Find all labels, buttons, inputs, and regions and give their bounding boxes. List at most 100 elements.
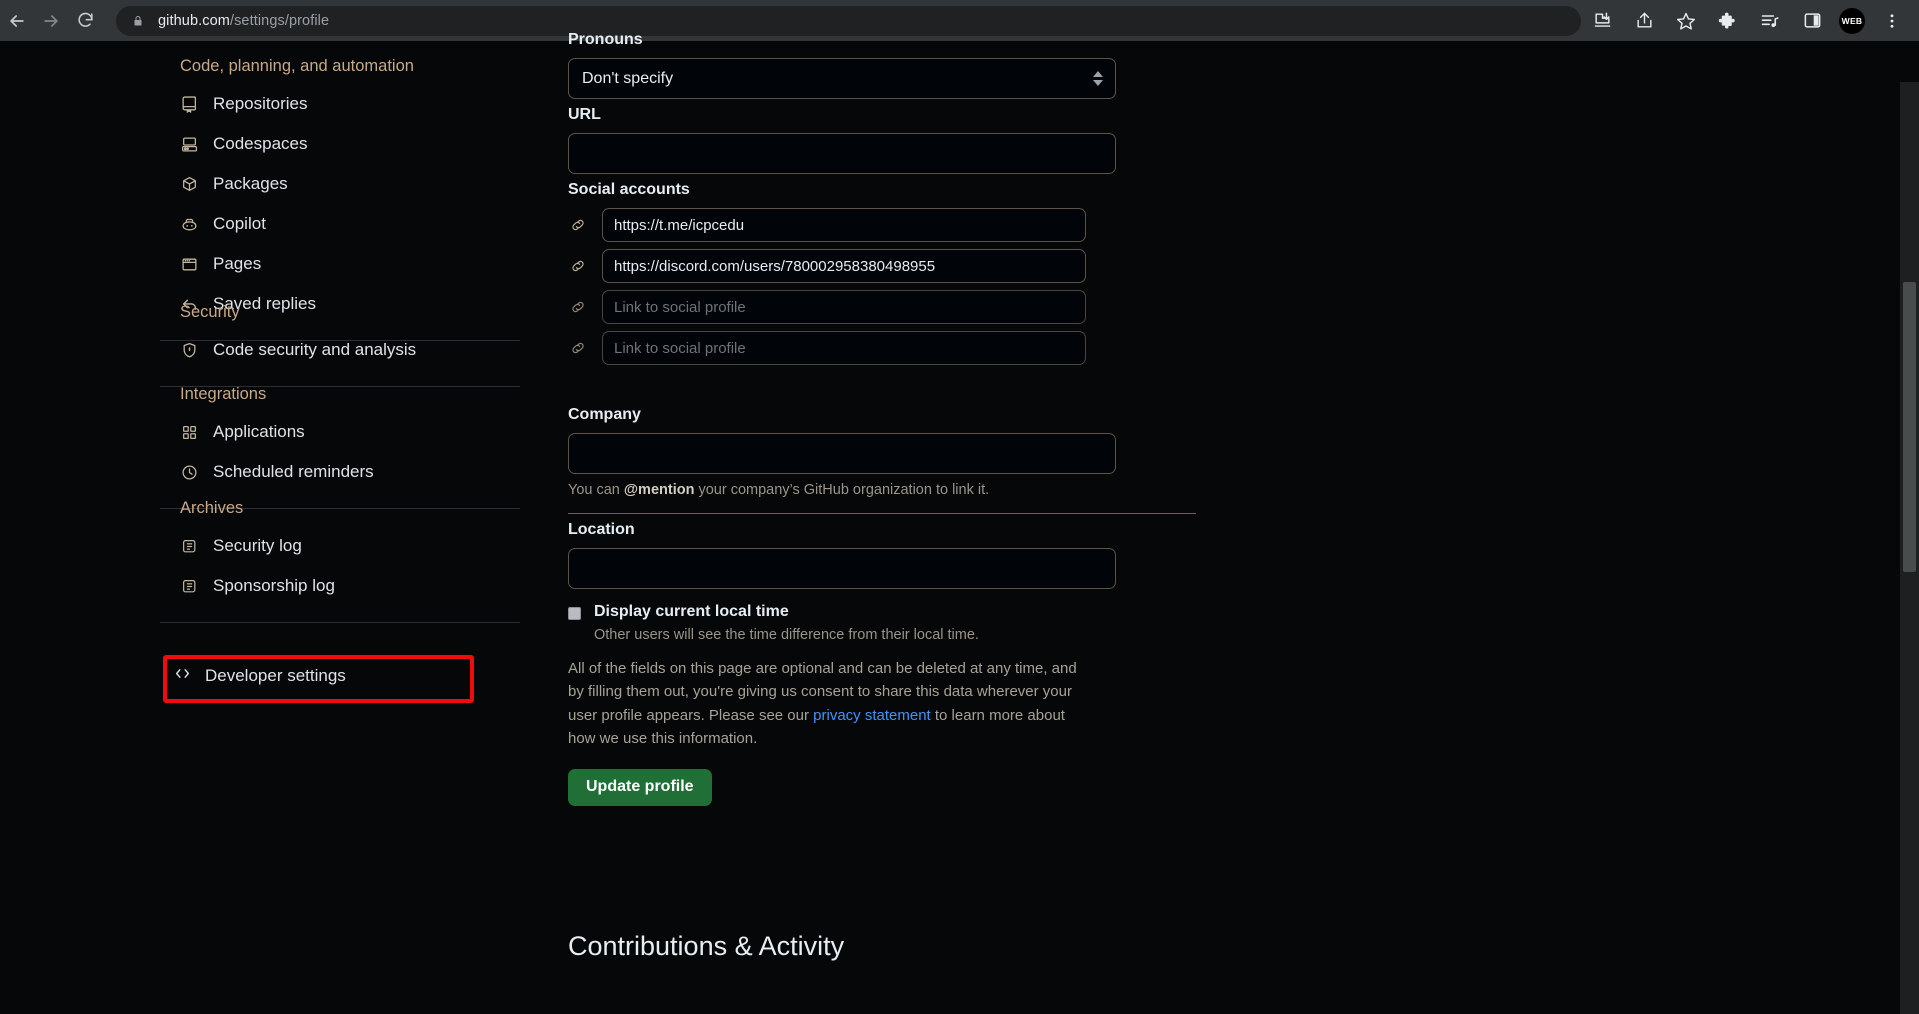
consent-paragraph: All of the fields on this page are optio…: [568, 657, 1088, 751]
sidebar-item-developer-settings[interactable]: Developer settings: [174, 665, 346, 687]
sidebar-item-label: Code security and analysis: [213, 340, 417, 359]
social-account-row: https://t.me/icpcedu: [568, 208, 1086, 242]
company-input[interactable]: [568, 433, 1116, 474]
pronouns-select[interactable]: Don't specify: [568, 58, 1116, 99]
pronouns-value: Don't specify: [582, 69, 674, 87]
sidebar-item-label: Developer settings: [205, 666, 346, 685]
sidebar-item-label: Repositories: [213, 94, 308, 113]
social-account-input[interactable]: https://discord.com/users/78000295838049…: [602, 249, 1086, 283]
sidebar-item-label: Scheduled reminders: [213, 462, 374, 481]
privacy-statement-link[interactable]: privacy statement: [813, 707, 931, 724]
update-profile-button[interactable]: Update profile: [568, 768, 712, 806]
sidebar-item-copilot[interactable]: Copilot: [160, 204, 522, 244]
consent-block: All of the fields on this page are optio…: [568, 657, 1088, 806]
social-account-row: Link to social profile: [568, 331, 1086, 365]
company-hint-mention: @mention: [623, 482, 695, 498]
code-brackets-icon: [174, 665, 191, 687]
sidebar-item-label: Pages: [213, 254, 262, 273]
extensions-puzzle-icon[interactable]: [1711, 4, 1745, 38]
arrow-left-icon: [10, 14, 24, 27]
url-field: URL: [568, 106, 1116, 174]
lock-icon: [130, 13, 146, 29]
location-label: Location: [568, 521, 635, 538]
link-chain-icon: [568, 298, 587, 317]
company-hint-prefix: You can: [568, 482, 624, 498]
sidebar-divider: [160, 622, 520, 623]
link-chain-icon: [568, 216, 587, 235]
sidebar-item-label: Packages: [213, 174, 288, 193]
install-app-icon[interactable]: [1585, 4, 1619, 38]
three-dot-menu-icon[interactable]: [1875, 4, 1909, 38]
address-bar-path: /settings/profile: [229, 12, 330, 29]
sidebar-group-title: Archives: [180, 499, 244, 517]
package-icon: [180, 175, 199, 194]
sidebar-item-sponsorship-log[interactable]: Sponsorship log: [160, 566, 522, 606]
display-local-time-row[interactable]: Display current local time: [568, 603, 979, 621]
sidebar-group-title: Integrations: [180, 385, 267, 403]
sidebar-item-code-security-and-analysis[interactable]: Code security and analysis: [160, 330, 522, 370]
sidebar-item-repositories[interactable]: Repositories: [160, 84, 522, 124]
page-scrollbar-thumb[interactable]: [1903, 282, 1916, 572]
sidebar-item-security-log[interactable]: Security log: [160, 526, 522, 566]
sidebar-group-archives: Archives Security log Sponsorship log: [160, 499, 522, 639]
codespaces-icon: [180, 135, 199, 154]
up-down-stepper-icon: [1093, 71, 1103, 86]
apps-grid-icon: [180, 423, 199, 442]
page-scrollbar[interactable]: [1900, 82, 1919, 1014]
local-time-field: Display current local time Other users w…: [568, 603, 979, 643]
address-bar-url: github.com/settings/profile: [158, 13, 329, 29]
sidebar-item-label: Codespaces: [213, 134, 308, 153]
url-label: URL: [568, 106, 601, 123]
sidebar-item-label: Applications: [213, 422, 305, 441]
display-local-time-label: Display current local time: [594, 603, 789, 620]
arrow-right-icon: [44, 14, 58, 27]
forward-button[interactable]: [34, 4, 68, 38]
share-icon[interactable]: [1627, 4, 1661, 38]
section-divider: [568, 513, 1196, 514]
clock-icon: [180, 463, 199, 482]
social-accounts-field: Social accounts https://t.me/icpcedu htt…: [568, 181, 1086, 372]
browser-action-icons: WEB: [1581, 4, 1919, 38]
sidebar-item-codespaces[interactable]: Codespaces: [160, 124, 522, 164]
repo-icon: [180, 95, 199, 114]
reload-button[interactable]: [68, 4, 102, 38]
sidebar-item-pages[interactable]: Pages: [160, 244, 522, 284]
location-field: Location: [568, 521, 1116, 589]
contributions-activity-heading: Contributions & Activity: [568, 931, 845, 961]
social-account-input[interactable]: https://t.me/icpcedu: [602, 208, 1086, 242]
log-scroll-icon: [180, 537, 199, 556]
reload-icon: [77, 12, 93, 27]
log-scroll-icon: [180, 577, 199, 596]
display-local-time-description: Other users will see the time difference…: [594, 627, 979, 643]
company-hint: You can @mention your company’s GitHub o…: [568, 482, 1196, 498]
social-account-input[interactable]: Link to social profile: [602, 331, 1086, 365]
side-panel-icon[interactable]: [1795, 4, 1829, 38]
browser-window-icon: [180, 255, 199, 274]
company-label: Company: [568, 406, 641, 423]
reading-list-icon[interactable]: [1753, 4, 1787, 38]
link-chain-icon: [568, 257, 587, 276]
copilot-icon: [180, 215, 199, 234]
back-button[interactable]: [0, 4, 34, 38]
company-field: Company You can @mention your company’s …: [568, 406, 1196, 514]
sidebar-item-label: Copilot: [213, 214, 266, 233]
address-bar-host: github.com: [158, 12, 230, 29]
link-chain-icon: [568, 339, 587, 358]
shield-lock-icon: [180, 341, 199, 360]
avatar[interactable]: WEB: [1839, 7, 1865, 34]
sidebar-item-applications[interactable]: Applications: [160, 412, 522, 452]
social-account-input[interactable]: Link to social profile: [602, 290, 1086, 324]
sidebar-item-packages[interactable]: Packages: [160, 164, 522, 204]
sidebar-item-scheduled-reminders[interactable]: Scheduled reminders: [160, 452, 522, 492]
sidebar-group-title: Security: [180, 303, 240, 321]
page-content: Code, planning, and automation Repositor…: [0, 31, 1919, 1014]
bookmark-star-icon[interactable]: [1669, 4, 1703, 38]
url-input[interactable]: [568, 133, 1116, 174]
pronouns-label: Pronouns: [568, 31, 643, 48]
sidebar-group-title: Code, planning, and automation: [180, 57, 414, 75]
location-input[interactable]: [568, 548, 1116, 589]
display-local-time-checkbox[interactable]: [568, 607, 581, 620]
social-account-row: https://discord.com/users/78000295838049…: [568, 249, 1086, 283]
company-hint-suffix: your company’s GitHub organization to li…: [694, 482, 990, 498]
sidebar-item-label: Security log: [213, 536, 302, 555]
